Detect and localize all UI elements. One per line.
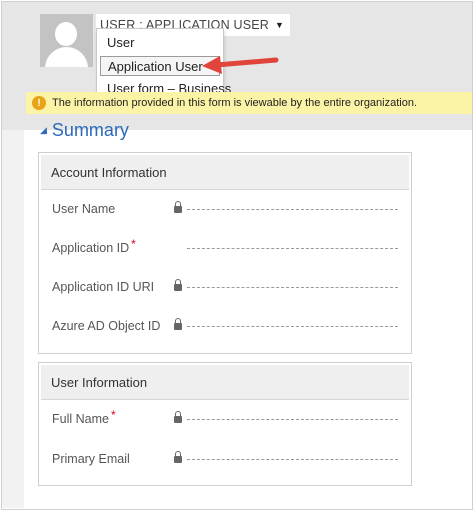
field-azure-ad-object-id[interactable]: Azure AD Object ID <box>39 318 411 339</box>
field-label: Application ID * <box>52 237 136 255</box>
section-header: User Information <box>41 365 409 400</box>
required-asterisk: * <box>131 237 136 251</box>
section-title: User Information <box>51 374 148 390</box>
field-application-id[interactable]: Application ID * <box>39 237 411 261</box>
field-label: Application ID URI <box>52 280 155 294</box>
field-label: Azure AD Object ID <box>52 319 161 333</box>
warning-icon: ! <box>32 96 46 110</box>
field-value-placeholder[interactable] <box>187 209 398 210</box>
field-label: Primary Email <box>52 452 130 466</box>
lock-icon <box>174 279 182 292</box>
dropdown-item-user[interactable]: User <box>107 35 134 50</box>
field-primary-email[interactable]: Primary Email <box>39 451 411 472</box>
field-value-placeholder[interactable] <box>187 419 398 420</box>
collapse-triangle-icon[interactable]: ◢ <box>40 125 47 136</box>
section-user-information: User Information Full Name * Primary Emai… <box>38 362 412 486</box>
field-label: Full Name * <box>52 408 116 426</box>
avatar-shoulders <box>45 47 88 67</box>
summary-tab-header[interactable]: ◢ Summary <box>40 120 129 141</box>
avatar-head <box>55 22 77 46</box>
annotation-arrow-icon <box>202 56 279 74</box>
field-application-id-uri[interactable]: Application ID URI <box>39 279 411 300</box>
section-account-information: Account Information User Name Applicatio… <box>38 152 412 354</box>
info-notification-bar: ! The information provided in this form … <box>26 92 472 114</box>
field-value-placeholder[interactable] <box>187 326 398 327</box>
required-asterisk: * <box>110 408 116 422</box>
section-header: Account Information <box>41 155 409 190</box>
info-message: The information provided in this form is… <box>52 97 418 109</box>
field-user-name[interactable]: User Name <box>39 201 411 222</box>
field-value-placeholder[interactable] <box>187 459 398 460</box>
field-full-name[interactable]: Full Name * <box>39 408 411 432</box>
field-value-placeholder[interactable] <box>187 287 398 288</box>
lock-icon <box>174 451 182 464</box>
lock-icon <box>174 201 182 214</box>
lock-icon <box>174 318 182 331</box>
user-avatar-icon[interactable] <box>40 14 93 67</box>
lock-icon <box>174 411 182 424</box>
section-title: Account Information <box>51 164 167 180</box>
field-label: User Name <box>52 202 116 216</box>
left-gutter <box>2 130 24 508</box>
summary-title: Summary <box>51 120 129 140</box>
caret-down-icon[interactable]: ▼ <box>275 20 284 30</box>
field-value-input[interactable] <box>187 248 398 249</box>
